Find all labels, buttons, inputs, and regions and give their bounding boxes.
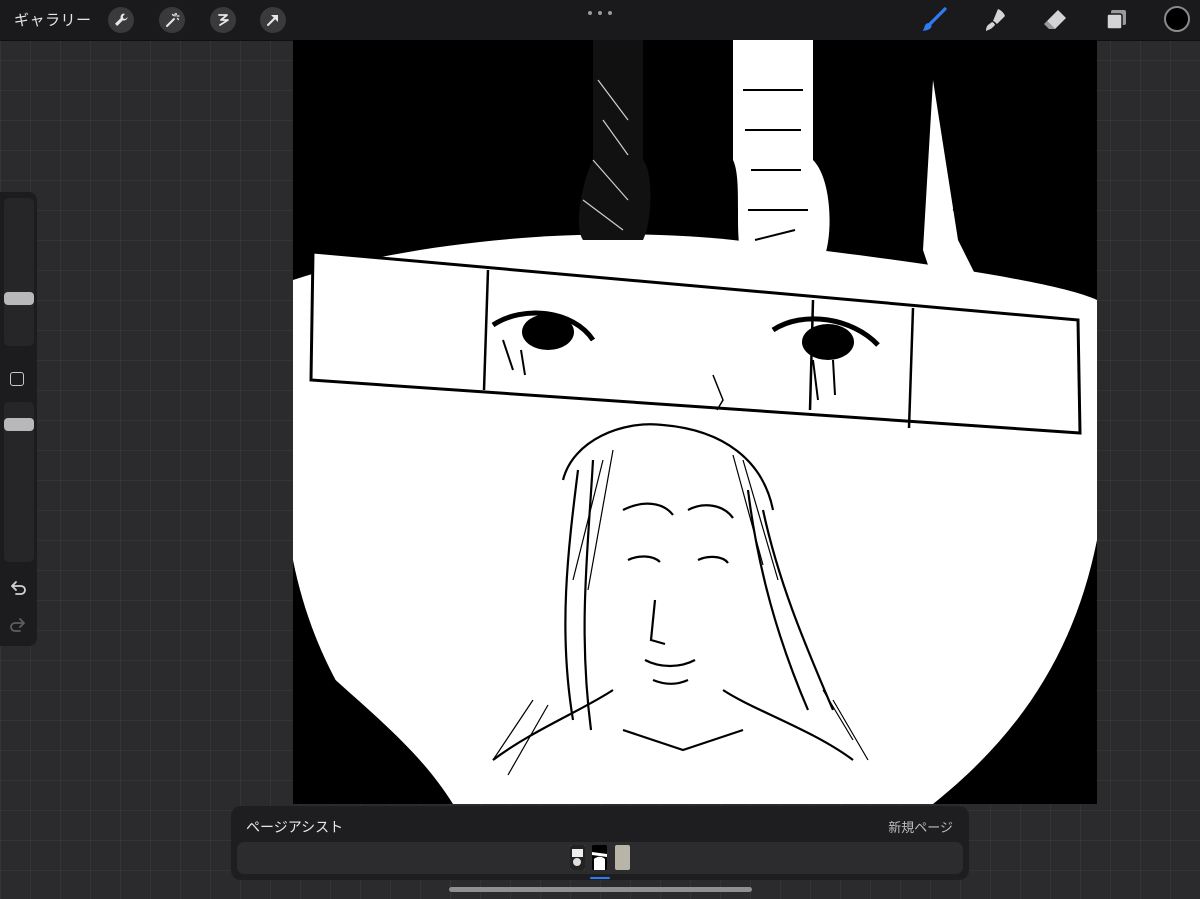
new-page-button[interactable]: 新規ページ — [888, 817, 953, 836]
page-assist-title: ページアシスト — [246, 820, 344, 836]
undo-icon[interactable] — [8, 578, 28, 598]
thumbnail-art — [570, 845, 585, 870]
drawing-canvas[interactable] — [293, 40, 1097, 804]
page-thumbnail-strip — [237, 842, 963, 874]
layers-button[interactable] — [1102, 6, 1130, 34]
selection-icon — [218, 14, 229, 26]
page-thumbnail-selected[interactable] — [592, 845, 607, 870]
sidebar — [0, 192, 37, 646]
brush-tool-button[interactable] — [920, 6, 948, 34]
dot-icon — [588, 11, 592, 15]
manga-artwork — [293, 40, 1097, 804]
smudge-icon — [986, 9, 1005, 31]
layers-icon — [1106, 10, 1126, 30]
wrench-icon — [115, 13, 128, 26]
magic-wand-icon — [166, 12, 180, 27]
brush-size-slider[interactable] — [4, 198, 34, 346]
thumbnail-art — [592, 845, 607, 870]
transform-button[interactable] — [260, 7, 286, 33]
selection-button[interactable] — [210, 7, 236, 33]
page-assist-panel: ページアシスト 新規ページ — [231, 806, 969, 880]
actions-button[interactable] — [108, 7, 134, 33]
brush-icon — [922, 7, 947, 31]
selected-page-indicator — [590, 877, 610, 879]
brush-size-handle[interactable] — [4, 292, 34, 305]
top-toolbar: ギャラリー — [0, 0, 1200, 41]
redo-icon[interactable] — [8, 615, 28, 635]
eraser-tool-button[interactable] — [1041, 6, 1069, 34]
eraser-icon — [1044, 10, 1066, 29]
dot-icon — [598, 11, 602, 15]
more-options-button[interactable] — [588, 8, 612, 18]
home-indicator — [449, 887, 752, 892]
modify-square-icon[interactable] — [10, 372, 24, 386]
adjustments-button[interactable] — [159, 7, 185, 33]
color-picker-button[interactable] — [1164, 6, 1190, 32]
page-thumbnail[interactable] — [615, 845, 630, 870]
gallery-button[interactable]: ギャラリー — [14, 9, 92, 30]
page-thumbnail[interactable] — [570, 845, 585, 870]
smudge-tool-button[interactable] — [980, 6, 1008, 34]
dot-icon — [608, 11, 612, 15]
opacity-handle[interactable] — [4, 418, 34, 431]
transform-arrow-icon — [267, 15, 278, 26]
